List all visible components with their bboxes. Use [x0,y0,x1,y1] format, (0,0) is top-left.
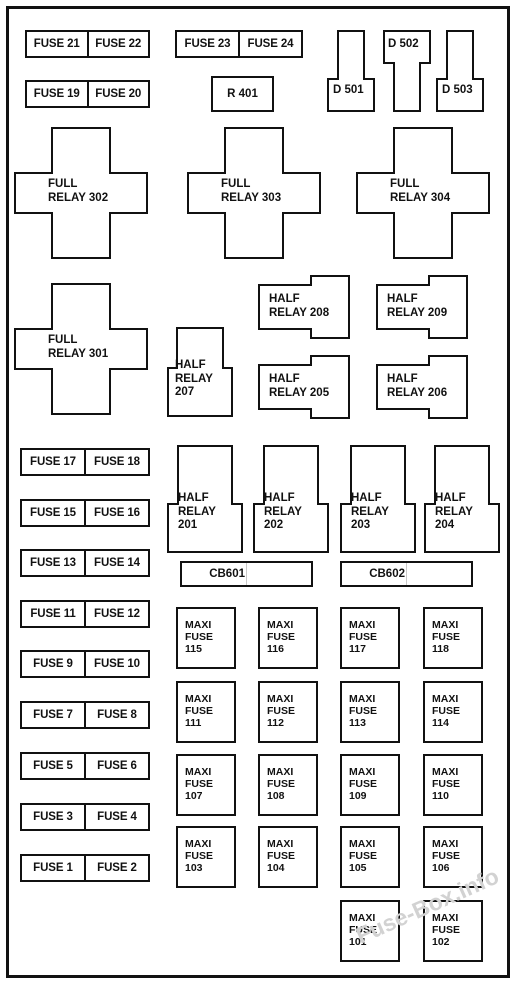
fuse-19[interactable]: FUSE 19 [27,82,87,106]
fuse-pair-13-14[interactable]: FUSE 13 FUSE 14 [20,549,150,577]
fuse-12[interactable]: FUSE 12 [84,602,148,626]
fuse-pair-1-2[interactable]: FUSE 1 FUSE 2 [20,854,150,882]
cb602-label-left: CB602 [369,568,405,580]
diode-d502[interactable]: D 502 [383,30,431,112]
half-relay-203[interactable]: HALF RELAY 203 [340,445,416,553]
half-relay-207[interactable]: HALF RELAY 207 [167,327,233,417]
maxi-fuse-109-number: 109 [349,789,367,802]
circuit-breaker-cb601[interactable]: CB601 [180,561,313,587]
cb601-label-left: CB601 [209,568,245,580]
fuse-1[interactable]: FUSE 1 [22,856,84,880]
maxi-fuse-114[interactable]: MAXI FUSE 114 [423,681,483,743]
fuse-13[interactable]: FUSE 13 [22,551,84,575]
maxi-fuse-113-number: 113 [349,716,366,729]
maxi-fuse-109[interactable]: MAXI FUSE 109 [340,754,400,816]
fuse-14[interactable]: FUSE 14 [84,551,148,575]
half-relay-209[interactable]: HALF RELAY 209 [376,275,468,339]
maxi-fuse-112-number: 112 [267,716,284,729]
fuse-11[interactable]: FUSE 11 [22,602,84,626]
relay-r401[interactable]: R 401 [211,76,274,112]
maxi-fuse-111[interactable]: MAXI FUSE 111 [176,681,236,743]
half-relay-202[interactable]: HALF RELAY 202 [253,445,329,553]
maxi-fuse-112[interactable]: MAXI FUSE 112 [258,681,318,743]
maxi-fuse-105[interactable]: MAXI FUSE 105 [340,826,400,888]
fuse-15[interactable]: FUSE 15 [22,501,84,525]
maxi-fuse-118[interactable]: MAXI FUSE 118 [423,607,483,669]
maxi-fuse-116[interactable]: MAXI FUSE 116 [258,607,318,669]
fuse-22[interactable]: FUSE 22 [86,32,149,56]
fuse-18[interactable]: FUSE 18 [84,450,148,474]
fuse-21[interactable]: FUSE 21 [27,32,87,56]
maxi-fuse-114-number: 114 [432,716,449,729]
maxi-fuse-101-number: 101 [349,935,367,948]
fuse-9[interactable]: FUSE 9 [22,652,84,676]
fuse-8[interactable]: FUSE 8 [84,703,148,727]
maxi-fuse-115-number: 115 [185,642,202,655]
maxi-fuse-102-number: 102 [432,935,450,948]
full-relay-301[interactable]: FULL RELAY 301 [14,283,148,415]
maxi-fuse-108[interactable]: MAXI FUSE 108 [258,754,318,816]
maxi-fuse-103[interactable]: MAXI FUSE 103 [176,826,236,888]
cb601-divider [246,563,311,585]
maxi-fuse-115[interactable]: MAXI FUSE 115 [176,607,236,669]
maxi-fuse-105-number: 105 [349,861,367,874]
fuse-pair-7-8[interactable]: FUSE 7 FUSE 8 [20,701,150,729]
fuse-pair-19-20[interactable]: FUSE 19 FUSE 20 [25,80,150,108]
maxi-fuse-103-number: 103 [185,861,203,874]
maxi-fuse-102[interactable]: MAXI FUSE 102 [423,900,483,962]
fuse-pair-21-22[interactable]: FUSE 21 FUSE 22 [25,30,150,58]
half-relay-206[interactable]: HALF RELAY 206 [376,355,468,419]
maxi-fuse-106-number: 106 [432,861,450,874]
full-relay-303[interactable]: FULL RELAY 303 [187,127,321,259]
diode-d501[interactable]: D 501 [327,30,375,112]
fuse-16[interactable]: FUSE 16 [84,501,148,525]
cb602-divider [406,563,471,585]
fuse-23[interactable]: FUSE 23 [177,32,238,56]
half-relay-201[interactable]: HALF RELAY 201 [167,445,243,553]
fuse-pair-17-18[interactable]: FUSE 17 FUSE 18 [20,448,150,476]
fuse-20[interactable]: FUSE 20 [86,82,149,106]
fuse-7[interactable]: FUSE 7 [22,703,84,727]
fuse-17[interactable]: FUSE 17 [22,450,84,474]
half-relay-204[interactable]: HALF RELAY 204 [424,445,500,553]
fuse-2[interactable]: FUSE 2 [84,856,148,880]
maxi-fuse-107-number: 107 [185,789,203,802]
maxi-fuse-118-number: 118 [432,642,449,655]
fuse-5[interactable]: FUSE 5 [22,754,84,778]
maxi-fuse-116-number: 116 [267,642,284,655]
maxi-fuse-113[interactable]: MAXI FUSE 113 [340,681,400,743]
full-relay-302[interactable]: FULL RELAY 302 [14,127,148,259]
full-relay-304[interactable]: FULL RELAY 304 [356,127,490,259]
half-relay-205[interactable]: HALF RELAY 205 [258,355,350,419]
diode-d503[interactable]: D 503 [436,30,484,112]
maxi-fuse-101[interactable]: MAXI FUSE 101 [340,900,400,962]
fuse-pair-15-16[interactable]: FUSE 15 FUSE 16 [20,499,150,527]
maxi-fuse-110-number: 110 [432,789,449,802]
fuse-pair-3-4[interactable]: FUSE 3 FUSE 4 [20,803,150,831]
maxi-fuse-104-number: 104 [267,861,285,874]
maxi-fuse-106[interactable]: MAXI FUSE 106 [423,826,483,888]
fuse-3[interactable]: FUSE 3 [22,805,84,829]
fuse-6[interactable]: FUSE 6 [84,754,148,778]
maxi-fuse-110[interactable]: MAXI FUSE 110 [423,754,483,816]
fuse-4[interactable]: FUSE 4 [84,805,148,829]
maxi-fuse-108-number: 108 [267,789,285,802]
fuse-24[interactable]: FUSE 24 [238,32,301,56]
fuse-pair-5-6[interactable]: FUSE 5 FUSE 6 [20,752,150,780]
maxi-fuse-111-number: 111 [185,716,202,729]
maxi-fuse-107[interactable]: MAXI FUSE 107 [176,754,236,816]
fuse-pair-23-24[interactable]: FUSE 23 FUSE 24 [175,30,303,58]
fuse-pair-9-10[interactable]: FUSE 9 FUSE 10 [20,650,150,678]
circuit-breaker-cb602[interactable]: CB602 [340,561,473,587]
maxi-fuse-117-number: 117 [349,642,366,655]
fuse-10[interactable]: FUSE 10 [84,652,148,676]
fuse-box-diagram: FUSE 21 FUSE 22 FUSE 19 FUSE 20 FUSE 23 … [0,0,520,990]
fuse-pair-11-12[interactable]: FUSE 11 FUSE 12 [20,600,150,628]
maxi-fuse-117[interactable]: MAXI FUSE 117 [340,607,400,669]
maxi-fuse-104[interactable]: MAXI FUSE 104 [258,826,318,888]
half-relay-208[interactable]: HALF RELAY 208 [258,275,350,339]
